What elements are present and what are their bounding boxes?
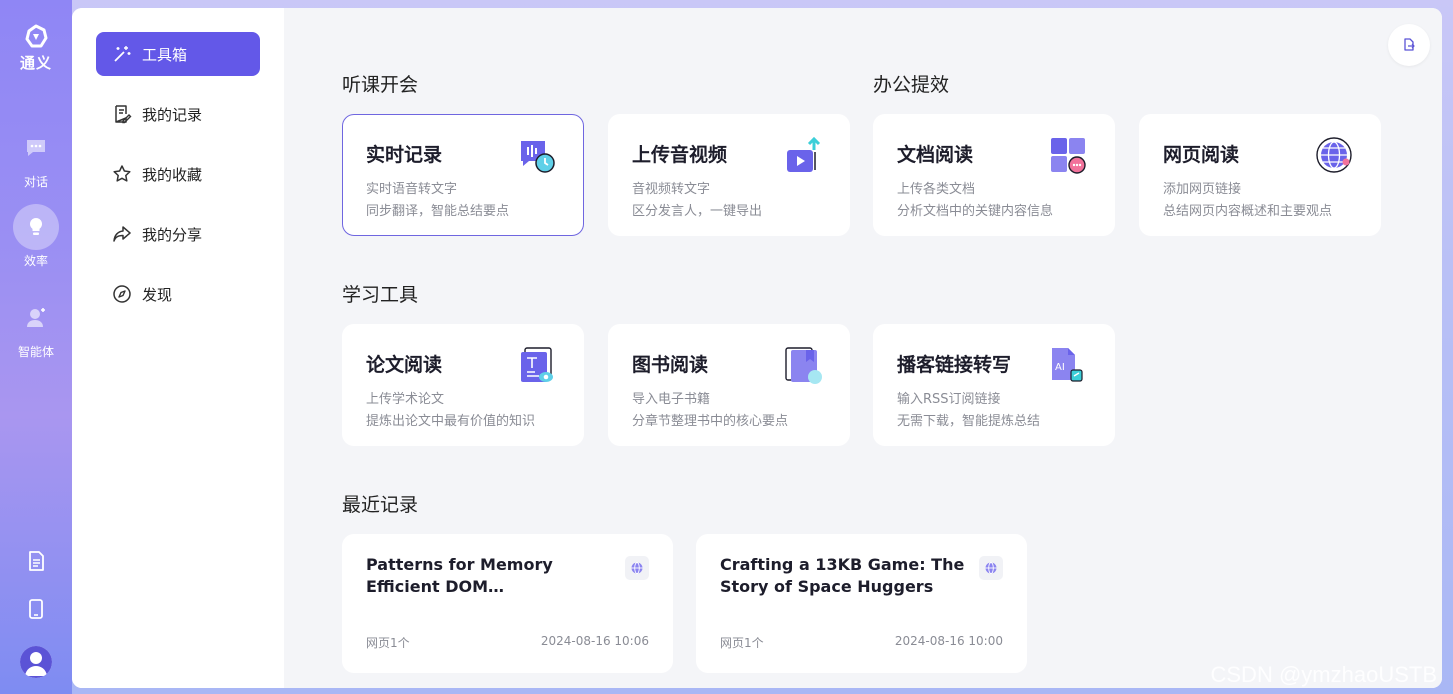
tool-card-upload-av[interactable]: 上传音视频 音视频转文字 区分发言人，一键导出 [608,114,850,236]
sidebar-item-discover[interactable]: 发现 [96,272,260,316]
tool-card-web-reading[interactable]: 网页阅读 添加网页链接 总结网页内容概述和主要观点 [1139,114,1381,236]
svg-text:AI: AI [1055,362,1065,373]
section-title-office: 办公提效 [873,74,950,96]
sidebar-item-shares[interactable]: 我的分享 [96,212,260,256]
avatar[interactable] [20,646,52,678]
tool-card-desc: 同步翻译，智能总结要点 [366,204,510,219]
rail-item-label: 效率 [23,254,48,268]
web-globe-icon [625,556,649,580]
chat-bubble-icon [27,140,45,156]
sidebar-item-label: 工具箱 [142,45,188,64]
note-edit-icon [115,105,132,124]
mobile-icon[interactable] [25,598,47,620]
tool-card-book-reading[interactable]: 图书阅读 导入电子书籍 分章节整理书中的核心要点 [608,324,850,446]
paper-eye-icon [521,347,553,382]
section-title-listen: 听课开会 [342,74,419,96]
brand-logo[interactable]: 通义 [20,24,52,73]
agent-icon [27,308,45,327]
book-icon [785,347,822,384]
sidebar-item-records[interactable]: 我的记录 [96,92,260,136]
tool-card-desc: 输入RSS订阅链接 [897,392,1001,407]
tool-card-desc: 提炼出论文中最有价值的知识 [366,414,536,429]
rail-item-label: 智能体 [17,345,54,359]
tool-card-desc: 音视频转文字 [632,182,711,197]
tool-card-desc: 无需下载，智能提炼总结 [897,414,1041,429]
compass-icon [113,285,131,303]
recent-record-title: Crafting a 13KB Game: The Story of Space… [720,555,965,596]
watermark: CSDN @ymzhaoUSTB [1210,662,1438,687]
rail-item-label: 对话 [23,175,48,189]
lightbulb-icon [29,217,43,235]
tongyi-logo-icon [25,24,48,48]
sidebar-item-label: 发现 [142,285,173,304]
file-export-icon [1404,38,1415,51]
document-grid-icon [1051,138,1086,174]
main-content: 听课开会 办公提效 学习工具 最近记录 实时记录 实时语音转文字 同步翻译，智能… [284,8,1442,688]
tool-card-realtime-record[interactable]: 实时记录 实时语音转文字 同步翻译，智能总结要点 [342,114,584,236]
tool-card-doc-reading[interactable]: 文档阅读 上传各类文档 分析文档中的关键内容信息 [873,114,1115,236]
magic-wand-icon [114,46,131,62]
tool-card-desc: 导入电子书籍 [632,392,711,407]
rail-item-chat[interactable]: 对话 [13,125,59,190]
recent-record-time: 2024-08-16 10:00 [894,634,1003,648]
sidebar-item-label: 我的收藏 [142,165,203,184]
web-globe-icon [1316,137,1352,173]
sidebar-item-favorites[interactable]: 我的收藏 [96,152,260,196]
brand-name: 通义 [19,54,52,72]
recent-record-type: 网页1个 [366,636,410,650]
tool-card-desc: 实时语音转文字 [366,182,458,197]
star-icon [113,165,131,182]
tool-card-desc: 上传学术论文 [366,392,445,407]
tool-card-desc: 区分发言人，一键导出 [632,204,763,219]
recent-record-time: 2024-08-16 10:06 [540,634,649,648]
rail-item-agent[interactable]: 智能体 [13,295,59,360]
web-globe-icon [979,556,1003,580]
sidebar: 工具箱 我的记录 我的收藏 我的分享 发现 [72,8,284,688]
tool-card-desc: 分析文档中的关键内容信息 [897,204,1054,219]
recent-record-card[interactable]: Crafting a 13KB Game: The Story of Space… [696,534,1027,673]
section-title-recent: 最近记录 [342,494,419,516]
app-rail: 通义 对话 效率 智能体 [0,0,72,694]
tool-card-paper-reading[interactable]: 论文阅读 上传学术论文 提炼出论文中最有价值的知识 [342,324,584,446]
recent-record-card[interactable]: Patterns for Memory Efficient DOM Manipu… [342,534,673,673]
sidebar-item-toolbox[interactable]: 工具箱 [96,32,260,76]
tool-card-desc: 上传各类文档 [897,182,976,197]
sidebar-item-label: 我的分享 [142,225,203,244]
tool-card-podcast-transcribe[interactable]: 播客链接转写 输入RSS订阅链接 无需下载，智能提炼总结 AI [873,324,1115,446]
tool-card-desc: 分章节整理书中的核心要点 [632,414,789,429]
rail-item-efficiency[interactable]: 效率 [13,204,59,269]
document-icon[interactable] [25,550,47,572]
tool-card-desc: 总结网页内容概述和主要观点 [1163,204,1333,219]
app-panel: 工具箱 我的记录 我的收藏 我的分享 发现 听课开会 办公提效 学习工具 最近记… [72,8,1442,688]
user-icon [20,646,52,678]
section-title-study: 学习工具 [342,284,419,306]
tool-card-desc: 添加网页链接 [1163,182,1242,197]
export-button[interactable] [1388,24,1430,66]
recent-record-title: Patterns for Memory Efficient DOM Manipu… [366,555,553,596]
share-icon [113,226,131,242]
sidebar-item-label: 我的记录 [142,105,203,124]
realtime-voice-icon [521,141,555,173]
recent-record-type: 网页1个 [720,636,764,650]
ai-file-link-icon: AI [1052,348,1083,382]
upload-video-icon [787,136,821,172]
